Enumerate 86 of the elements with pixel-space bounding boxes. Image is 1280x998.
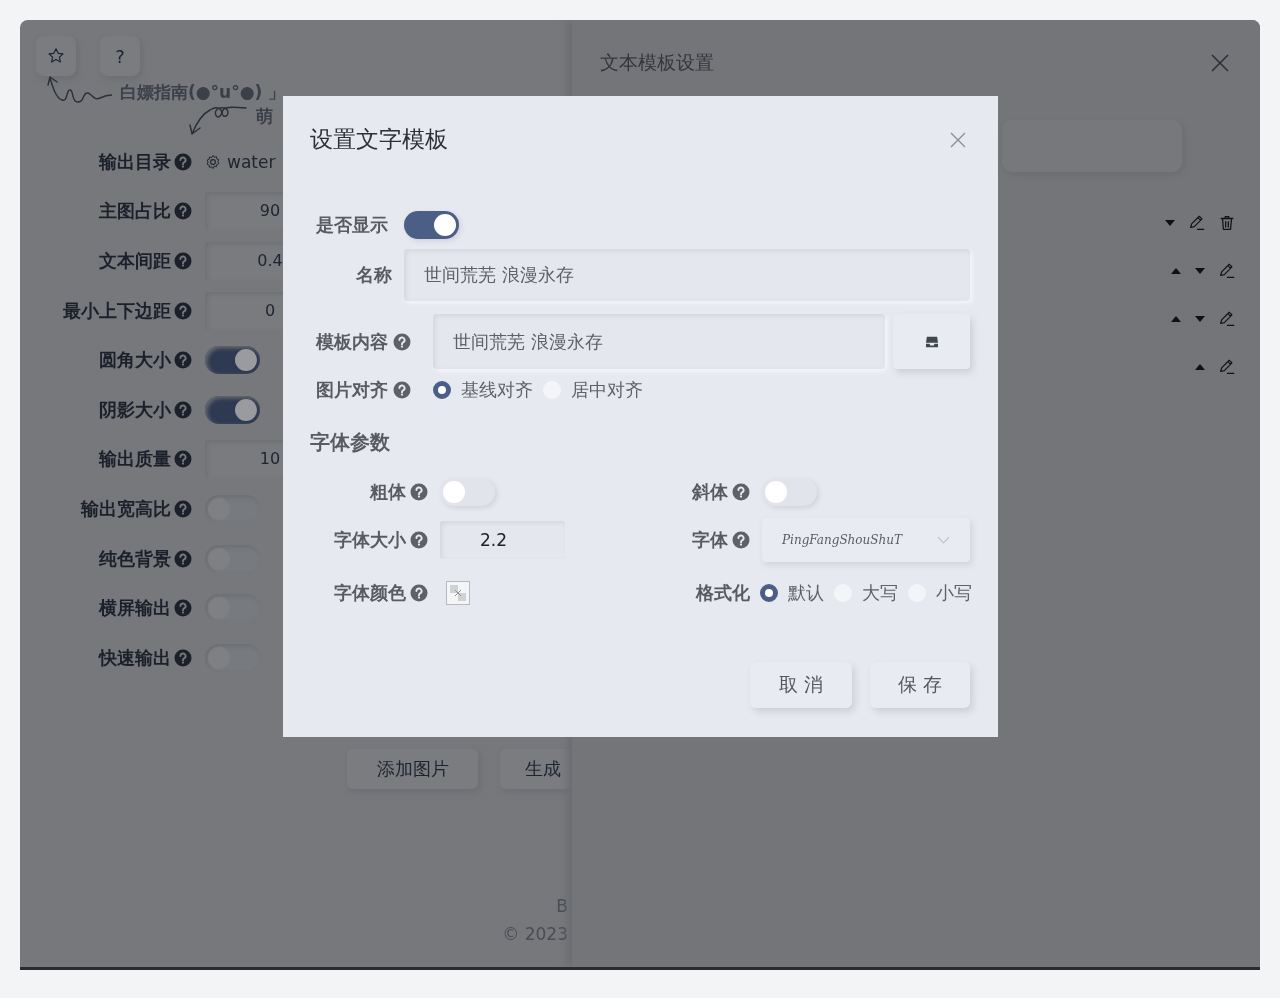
setting-label: 快速输出 bbox=[99, 645, 171, 670]
drawer-title: 文本模板设置 bbox=[600, 50, 714, 75]
newbie-annotation: 萌 bbox=[256, 104, 273, 128]
field-label: 字体颜色 bbox=[334, 581, 406, 605]
section-title: 字体参数 bbox=[310, 429, 391, 456]
toggle-switch[interactable] bbox=[205, 395, 260, 424]
guide-annotation: 白嫖指南(●°u°●) 」 bbox=[120, 80, 286, 104]
number-field[interactable]: 0.4 bbox=[205, 242, 283, 280]
save-button[interactable]: 保 存 bbox=[870, 662, 970, 708]
help-icon bbox=[174, 499, 192, 518]
toggle-switch[interactable] bbox=[205, 346, 260, 375]
setting-label: 输出质量 bbox=[99, 447, 171, 472]
field-label: 名称 bbox=[355, 263, 392, 287]
help-icon bbox=[174, 450, 192, 469]
favorite-button[interactable] bbox=[36, 36, 76, 76]
help-icon bbox=[393, 332, 411, 351]
toggle-switch[interactable] bbox=[762, 478, 817, 506]
number-field[interactable]: 0 bbox=[205, 291, 283, 330]
close-icon bbox=[950, 131, 966, 148]
star-icon bbox=[47, 47, 65, 65]
radio-label[interactable]: 小写 bbox=[936, 581, 972, 605]
field-label: 格式化 bbox=[696, 581, 750, 605]
help-icon bbox=[732, 483, 750, 501]
close-icon bbox=[1210, 53, 1230, 73]
help-icon bbox=[174, 202, 192, 221]
help-icon bbox=[393, 381, 411, 399]
action-button[interactable]: 生成 bbox=[500, 748, 572, 789]
insert-button[interactable] bbox=[893, 314, 970, 369]
help-icon bbox=[174, 400, 192, 419]
dialog-title: 设置文字模板 bbox=[310, 125, 448, 154]
font-size-field[interactable]: 2.2 bbox=[440, 521, 565, 559]
help-icon bbox=[410, 584, 428, 602]
help-icon bbox=[732, 531, 750, 549]
toggle-switch[interactable] bbox=[404, 211, 459, 239]
folder-path[interactable]: water bbox=[227, 151, 276, 172]
help-icon bbox=[174, 549, 192, 568]
edit-icon[interactable] bbox=[1188, 214, 1206, 232]
number-field[interactable]: 10 bbox=[205, 440, 283, 479]
setting-label: 主图占比 bbox=[99, 199, 171, 224]
font-select[interactable]: PingFangShouShuT bbox=[762, 518, 970, 562]
setting-label: 圆角大小 bbox=[99, 348, 171, 373]
field-label: 图片对齐 bbox=[316, 378, 388, 402]
field-label: 模板内容 bbox=[316, 329, 388, 354]
help-button[interactable]: ? bbox=[100, 36, 140, 76]
setting-label: 最小上下边距 bbox=[63, 298, 171, 323]
content-field[interactable]: 世间荒芜 浪漫永存 bbox=[433, 314, 885, 369]
field-label: 粗体 bbox=[370, 480, 406, 504]
setting-label: 阴影大小 bbox=[99, 397, 171, 422]
radio-button[interactable] bbox=[433, 381, 451, 399]
edit-icon[interactable] bbox=[1218, 358, 1236, 376]
help-icon bbox=[174, 648, 192, 667]
setting-label: 横屏输出 bbox=[99, 596, 171, 621]
help-icon bbox=[410, 531, 428, 549]
help-icon bbox=[174, 301, 192, 320]
help-icon bbox=[410, 483, 428, 501]
help-icon bbox=[174, 152, 192, 171]
radio-label[interactable]: 基线对齐 bbox=[461, 378, 533, 402]
setting-label: 纯色背景 bbox=[99, 546, 171, 571]
field-label: 是否显示 bbox=[316, 213, 389, 237]
setting-label: 输出目录 bbox=[99, 149, 171, 174]
close-button[interactable] bbox=[1210, 53, 1230, 73]
field-label: 字体 bbox=[692, 528, 728, 552]
field-label: 斜体 bbox=[692, 480, 728, 504]
setting-label: 文本间距 bbox=[99, 249, 171, 273]
edit-icon[interactable] bbox=[1218, 310, 1236, 328]
field-label: 字体大小 bbox=[334, 528, 406, 552]
radio-label[interactable]: 大写 bbox=[862, 581, 898, 605]
help-icon bbox=[174, 351, 192, 370]
color-swatch[interactable] bbox=[446, 581, 470, 605]
edit-icon[interactable] bbox=[1218, 262, 1236, 280]
name-field[interactable]: 世间荒芜 浪漫永存 bbox=[404, 249, 970, 301]
help-icon bbox=[174, 252, 192, 270]
gear-icon bbox=[205, 153, 221, 170]
cancel-button[interactable]: 取 消 bbox=[750, 662, 852, 708]
radio-label[interactable]: 默认 bbox=[788, 581, 824, 605]
action-button[interactable]: 添加图片 bbox=[347, 748, 478, 789]
number-field[interactable]: 90 bbox=[205, 192, 283, 231]
tray-icon bbox=[924, 335, 939, 348]
delete-icon[interactable] bbox=[1218, 214, 1236, 232]
setting-label: 输出宽高比 bbox=[81, 496, 171, 521]
toggle-switch[interactable] bbox=[440, 478, 495, 506]
chevron-down-icon bbox=[937, 536, 950, 544]
radio-button[interactable] bbox=[760, 584, 778, 602]
radio-label[interactable]: 居中对齐 bbox=[571, 378, 643, 402]
close-button[interactable] bbox=[950, 131, 966, 148]
help-icon bbox=[174, 599, 192, 618]
